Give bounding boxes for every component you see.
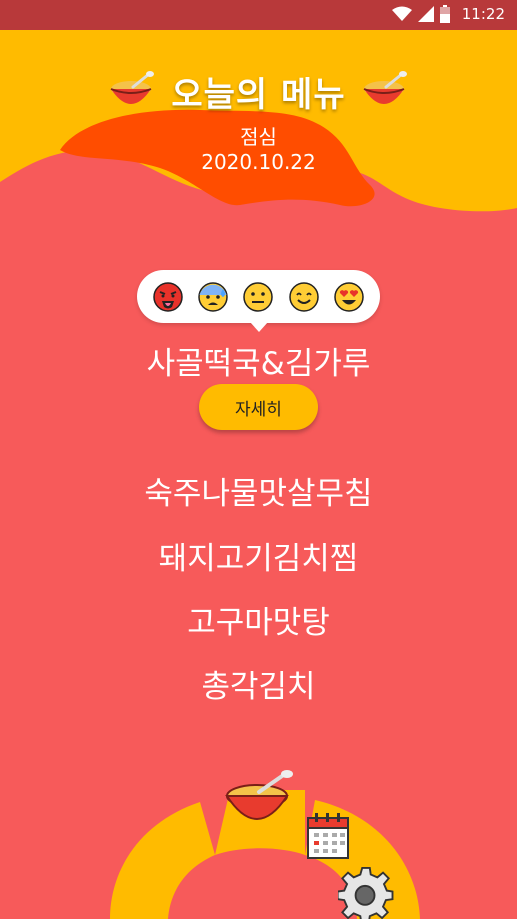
- menu-item-5: 총각김치: [201, 669, 316, 705]
- bowl-icon: [111, 71, 155, 104]
- bottom-ring-left: [110, 802, 215, 919]
- page-title: 오늘의 메뉴: [171, 74, 346, 115]
- bowl-icon[interactable]: [223, 770, 295, 832]
- reaction-picker: [137, 270, 380, 332]
- meal-label: 점심: [240, 125, 277, 149]
- heart-eyes-icon[interactable]: [333, 281, 365, 313]
- header-title-row: 오늘의 메뉴: [0, 64, 517, 118]
- wifi-icon: [391, 6, 412, 21]
- bowl-icon: [363, 71, 407, 104]
- status-bar: 11:22: [0, 0, 517, 30]
- battery-icon: [439, 5, 450, 23]
- status-time: 11:22: [461, 5, 505, 23]
- anxious-sweat-icon[interactable]: [197, 281, 229, 313]
- calendar-icon[interactable]: [306, 812, 352, 860]
- menu-item-4: 고구마맛탕: [187, 605, 330, 641]
- detail-button[interactable]: 자세히: [199, 384, 318, 430]
- gear-icon[interactable]: [338, 866, 394, 919]
- menu-item-2: 숙주나물맛살무침: [144, 476, 373, 512]
- date-label: 2020.10.22: [201, 150, 316, 174]
- tongue-out-angry-icon[interactable]: [152, 281, 184, 313]
- neutral-face-icon[interactable]: [242, 281, 274, 313]
- signal-icon: [417, 6, 434, 22]
- status-icons: 11:22: [391, 5, 505, 23]
- menu-item-1: 사골떡국&김가루: [146, 346, 371, 382]
- menu-item-3: 돼지고기김치찜: [158, 541, 359, 577]
- smiling-face-icon[interactable]: [288, 281, 320, 313]
